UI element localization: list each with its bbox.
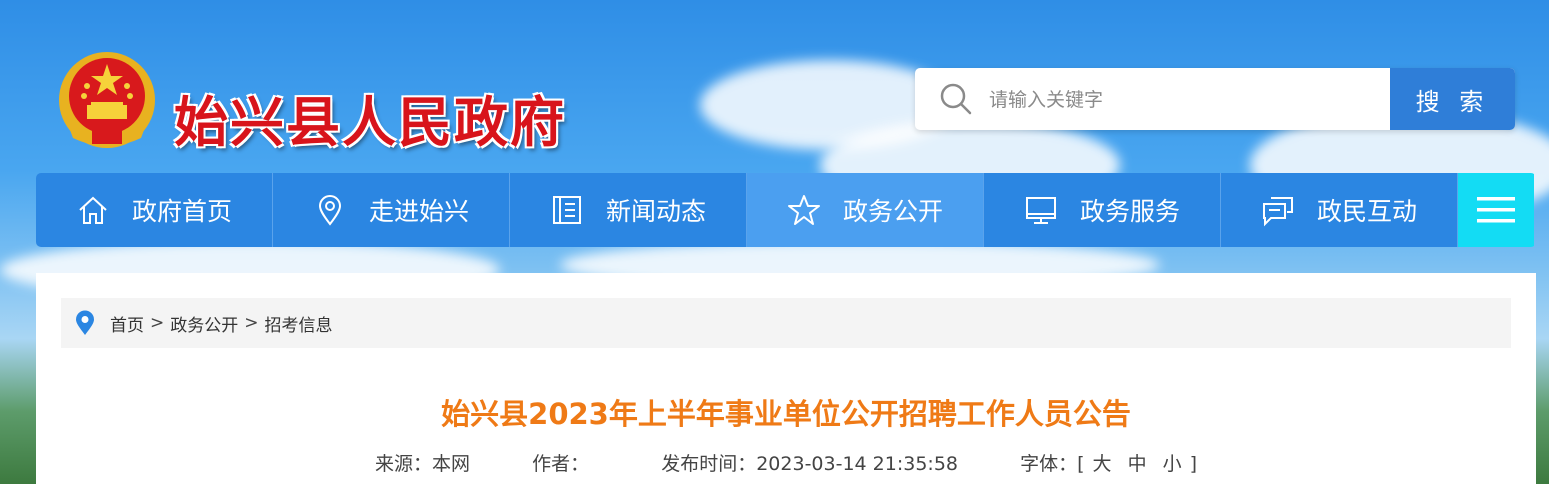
national-emblem-icon [59, 52, 155, 148]
article-title: 始兴县2023年上半年事业单位公开招聘工作人员公告 [441, 397, 1131, 431]
search-icon [940, 83, 972, 115]
author-label: 作者： [532, 453, 590, 475]
search-box: 搜 索 [915, 68, 1515, 130]
breadcrumb-home[interactable]: 首页 [110, 311, 144, 336]
menu-icon [1477, 197, 1515, 223]
nav-item-about[interactable]: 走进始兴 [273, 173, 510, 247]
font-label: 字体： [1020, 453, 1078, 475]
font-large-link[interactable]: 大 [1093, 453, 1112, 475]
location-icon [318, 195, 341, 226]
font-size-control: 字体：[ 大中小] [1020, 449, 1197, 476]
font-small-link[interactable]: 小 [1163, 453, 1182, 475]
font-bracket-close: ] [1189, 453, 1198, 475]
chat-icon [1262, 197, 1293, 227]
site-title: 始兴县人民政府 [174, 90, 566, 154]
nav-item-label: 政民互动 [1316, 197, 1417, 226]
main-nav: 政府首页 走进始兴 新闻动态 政务公开 政务服务 政民互动 [36, 173, 1536, 247]
font-bracket-open: [ [1077, 453, 1085, 475]
breadcrumb: 首页 > 政务公开 > 招考信息 [61, 298, 1511, 348]
news-icon [552, 196, 581, 224]
article-meta: 来源：本网 作者： 发布时间：2023-03-14 21:35:58 字体：[ 大… [36, 449, 1536, 476]
search-button[interactable]: 搜 索 [1390, 68, 1515, 130]
date-label: 发布时间： [661, 453, 757, 475]
nav-item-label: 政务公开 [842, 197, 943, 226]
home-icon [79, 196, 107, 224]
location-pin-icon [76, 310, 94, 335]
nav-item-label: 政务服务 [1079, 197, 1180, 226]
monitor-icon [1025, 197, 1056, 224]
nav-item-gov-affairs[interactable]: 政务公开 [747, 173, 984, 247]
breadcrumb-separator: > [244, 313, 259, 333]
search-input[interactable] [987, 68, 1391, 130]
source-label: 来源： [374, 453, 432, 475]
nav-item-home[interactable]: 政府首页 [36, 173, 273, 247]
breadcrumb-recruitment[interactable]: 招考信息 [265, 311, 333, 336]
nav-item-news[interactable]: 新闻动态 [510, 173, 747, 247]
nav-item-services[interactable]: 政务服务 [984, 173, 1221, 247]
nav-item-interaction[interactable]: 政民互动 [1221, 173, 1458, 247]
menu-button[interactable] [1458, 173, 1534, 247]
publish-date: 2023-03-14 21:35:58 [756, 453, 959, 475]
breadcrumb-gov-affairs[interactable]: 政务公开 [170, 311, 238, 336]
nav-item-label: 走进始兴 [368, 197, 469, 226]
nav-item-label: 政府首页 [131, 197, 232, 226]
nav-item-label: 新闻动态 [605, 197, 706, 226]
font-medium-link[interactable]: 中 [1128, 453, 1147, 475]
star-icon [787, 195, 820, 225]
source-value: 本网 [431, 453, 470, 475]
breadcrumb-separator: > [150, 313, 165, 333]
content-panel: 首页 > 政务公开 > 招考信息 始兴县2023年上半年事业单位公开招聘工作人员… [36, 273, 1536, 484]
